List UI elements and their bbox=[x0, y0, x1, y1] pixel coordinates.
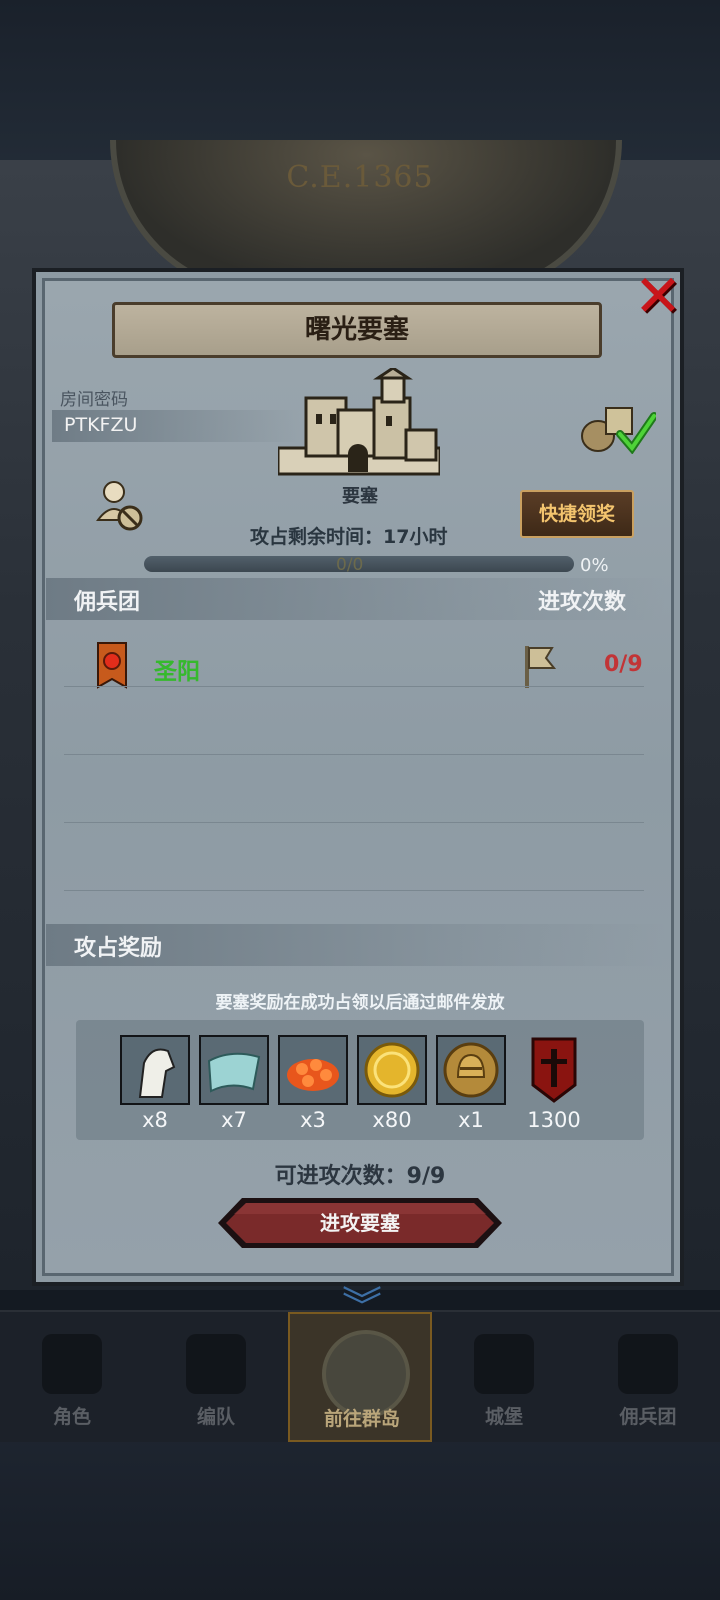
claimed-bag-icon bbox=[581, 407, 656, 454]
reward-header: 攻占奖励 bbox=[74, 936, 163, 961]
fortress-label: 要塞 bbox=[342, 486, 378, 507]
mercenary-icon bbox=[618, 1334, 678, 1394]
progress-text: 0/0 bbox=[336, 555, 364, 575]
knight-icon bbox=[42, 1334, 102, 1394]
reward-note: 要塞奖励在成功占领以后通过邮件发放 bbox=[215, 993, 505, 1013]
helmet-coin-icon[interactable] bbox=[436, 1035, 506, 1105]
era-label: C.E.1365 bbox=[286, 160, 434, 195]
dialog-title: 曙光要塞 bbox=[112, 302, 602, 358]
reward-qty: x8 bbox=[142, 1108, 168, 1132]
reward-qty: x3 bbox=[300, 1108, 326, 1132]
close-button[interactable]: ✕ bbox=[632, 267, 684, 326]
honor-banner-icon[interactable] bbox=[519, 1035, 589, 1105]
nav-item-formation[interactable]: 编队 bbox=[144, 1312, 288, 1442]
chevron-down-icon: ︾ bbox=[342, 1284, 382, 1330]
mercenary-name: 圣阳 bbox=[154, 659, 200, 685]
castle-icon bbox=[474, 1334, 534, 1394]
row-divider bbox=[64, 686, 644, 687]
nav-label: 角色 bbox=[52, 1406, 91, 1428]
top-dark-band bbox=[0, 0, 720, 160]
gold-coin-icon[interactable] bbox=[357, 1035, 427, 1105]
nav-label: 前往群岛 bbox=[323, 1408, 400, 1430]
nav-item-castle[interactable]: 城堡 bbox=[432, 1312, 576, 1442]
room-code-label: 房间密码 bbox=[60, 390, 128, 410]
fortress-icon bbox=[278, 368, 440, 476]
list-item[interactable] bbox=[52, 628, 652, 690]
row-divider bbox=[64, 890, 644, 891]
quick-claim-button[interactable]: 快捷领奖 bbox=[520, 490, 634, 538]
nav-item-mercenary[interactable]: 佣兵团 bbox=[576, 1312, 720, 1442]
cloth-icon[interactable] bbox=[199, 1035, 269, 1105]
no-user-icon bbox=[96, 481, 143, 531]
attacks-left: 可进攻次数：9/9 bbox=[274, 1164, 446, 1189]
reward-qty: x1 bbox=[458, 1108, 484, 1132]
row-divider bbox=[64, 822, 644, 823]
mercenary-banner-icon bbox=[97, 642, 127, 689]
nav-item-role[interactable]: 角色 bbox=[0, 1312, 144, 1442]
reward-qty: x80 bbox=[372, 1108, 412, 1132]
horse-icon[interactable] bbox=[120, 1035, 190, 1105]
progress-percent: 0% bbox=[580, 555, 609, 576]
nav-item-islands[interactable]: ︾ 前往群岛 bbox=[288, 1287, 432, 1442]
nav-label: 编队 bbox=[196, 1406, 235, 1428]
flag-icon bbox=[525, 646, 556, 688]
row-divider bbox=[64, 754, 644, 755]
bottom-dark-band bbox=[0, 1430, 720, 1600]
mercenary-header: 佣兵团 bbox=[74, 590, 141, 615]
occupation-time: 攻占剩余时间：17小时 bbox=[250, 526, 448, 548]
ore-icon[interactable] bbox=[278, 1035, 348, 1105]
room-code: PTKFZU bbox=[64, 414, 138, 436]
attack-fortress-label: 进攻要塞 bbox=[320, 1211, 400, 1235]
armor-icon bbox=[186, 1334, 246, 1394]
nav-label: 佣兵团 bbox=[619, 1406, 677, 1428]
nav-label: 城堡 bbox=[484, 1406, 523, 1428]
reward-qty: x7 bbox=[221, 1108, 247, 1132]
mercenary-attack-count: 0/9 bbox=[604, 652, 643, 677]
bottom-nav: 角色 编队 ︾ 前往群岛 城堡 佣兵团 bbox=[0, 1287, 720, 1442]
attack-count-header: 进攻次数 bbox=[538, 590, 627, 615]
reward-qty: 1300 bbox=[527, 1108, 581, 1132]
